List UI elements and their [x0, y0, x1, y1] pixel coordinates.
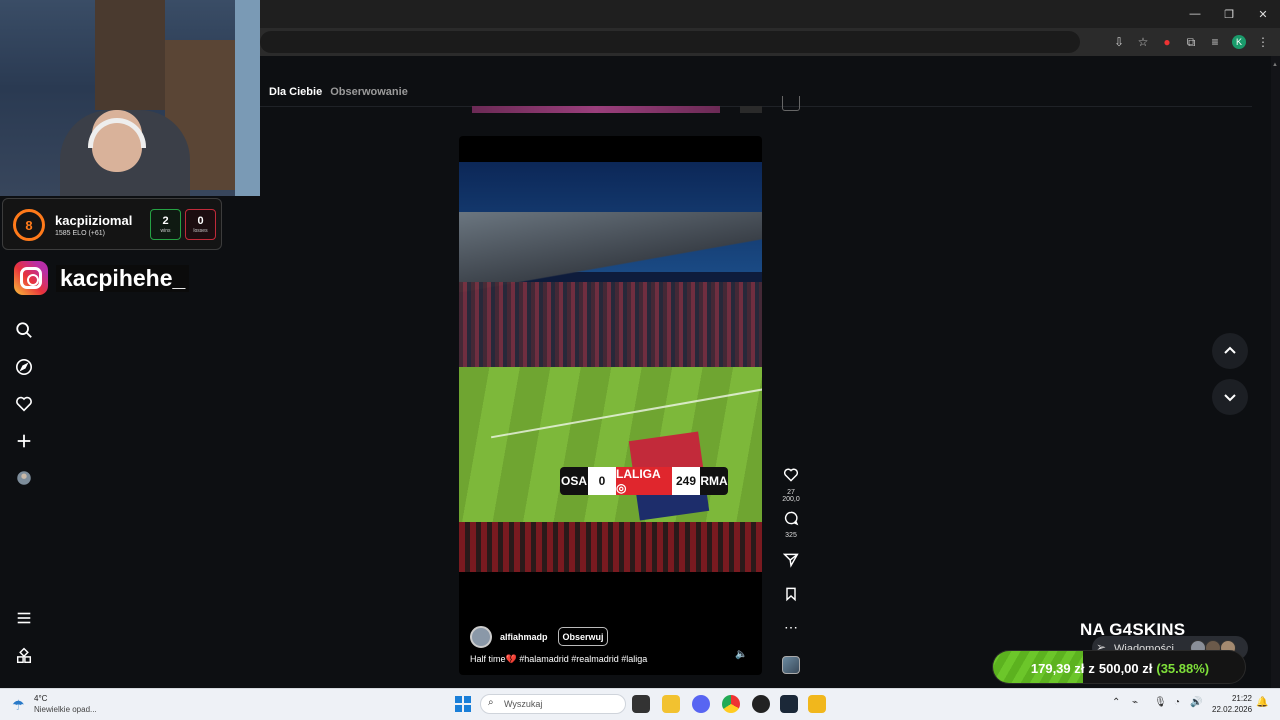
scrollbar-up-arrow[interactable]: ▲ [1272, 62, 1279, 72]
weather-temp[interactable]: 4°C [34, 694, 47, 703]
taskbar-search[interactable] [480, 694, 626, 714]
tray-chevron-up-icon[interactable]: ⌃ [1112, 697, 1120, 708]
more-options-icon[interactable]: ⋯ [778, 620, 804, 634]
comment-action[interactable]: 325 [778, 510, 804, 539]
follow-button[interactable]: Obserwuj [558, 627, 608, 646]
clock-time: 21:22 [1231, 694, 1252, 703]
windows-start-icon[interactable] [455, 696, 471, 712]
bookmark-star-icon[interactable]: ☆ [1136, 35, 1150, 49]
losses-label: losses [193, 228, 208, 234]
tab-for-you[interactable]: Dla Ciebie [269, 86, 322, 98]
extensions-puzzle-icon[interactable]: ⧉ [1184, 35, 1198, 50]
chevron-up-icon [1224, 346, 1236, 354]
faceit-elo-card: 8 kacpiiziomal 1585 ELO (+61) 2 wins 0 l… [2, 198, 222, 250]
wins-label: wins [160, 228, 171, 234]
weather-rain-icon[interactable]: ☂ [12, 697, 25, 714]
home-team: OSA [560, 467, 588, 495]
steam-icon[interactable] [780, 695, 798, 713]
instagram-logo-icon [14, 261, 48, 295]
previous-audio-thumb[interactable] [782, 96, 800, 111]
install-app-icon[interactable]: ⇩ [1112, 35, 1126, 49]
home-score: 0 [588, 467, 616, 495]
reel-caption: Half time💔 #halamadrid #realmadrid #lali… [470, 654, 648, 664]
feed-tabs: Dla Ciebie Obserwowanie [269, 86, 408, 98]
also-from-meta-icon[interactable] [14, 646, 34, 666]
elo-value: 1585 ELO (+61) [55, 230, 106, 237]
system-clock[interactable]: 21:22 22.02.2026 [1212, 693, 1252, 715]
scrollbar[interactable] [1271, 56, 1280, 688]
more-menu-icon[interactable] [14, 608, 34, 628]
previous-reel-edge-dark [740, 106, 762, 113]
close-button[interactable]: ✕ [1246, 0, 1280, 28]
instagram-handle: kacpihehe_ [56, 264, 190, 292]
address-bar[interactable] [260, 31, 1080, 53]
away-team: RMA [700, 467, 728, 495]
reel-video[interactable]: OSA 0 LALIGA ◎ 249 RMA [459, 136, 762, 675]
search-icon: ⌕ [488, 697, 494, 708]
app-icon[interactable] [808, 695, 826, 713]
streamer-webcam [0, 0, 260, 196]
losses-box: 0 losses [185, 209, 216, 240]
instagram-handle-overlay: kacpihehe_ [14, 260, 190, 296]
chevron-down-icon [1224, 394, 1236, 402]
league-label: LALIGA ◎ [616, 467, 672, 495]
away-score: 249 [672, 467, 700, 495]
window-controls: — ❐ ✕ [1178, 0, 1280, 28]
task-view-icon[interactable] [632, 695, 650, 713]
audio-track-thumbnail[interactable] [782, 656, 800, 674]
clock-date: 22.02.2026 [1212, 705, 1253, 714]
previous-reel-edge [472, 106, 720, 113]
explore-compass-icon[interactable] [14, 357, 34, 377]
like-action[interactable]: 27 200,0 [778, 467, 804, 503]
obs-icon[interactable] [752, 695, 770, 713]
like-heart-icon [783, 468, 799, 482]
bookmark-icon [786, 587, 796, 602]
goal-current: 179,39 zł [1030, 660, 1085, 676]
previous-reel-button[interactable] [1212, 333, 1248, 369]
chrome-icon[interactable] [722, 695, 740, 713]
browser-menu-icon[interactable]: ⋮ [1256, 35, 1270, 49]
donation-goal-bar: 179,39 zł z 500,00 zł (35.88%) [992, 650, 1246, 684]
search-icon[interactable] [14, 320, 34, 340]
comment-count: 325 [785, 532, 797, 539]
audio-mute-icon[interactable]: 🔈 [735, 649, 747, 660]
goal-separator: z [1088, 660, 1095, 676]
microphone-icon[interactable]: 🎙 [1154, 697, 1167, 708]
profile-avatar[interactable]: K [1232, 35, 1246, 49]
next-reel-button[interactable] [1212, 379, 1248, 415]
browser-toolbar-icons: ⇩ ☆ ● ⧉ ≡ K ⋮ [1112, 28, 1270, 56]
save-action[interactable] [778, 586, 804, 607]
profile-avatar-icon[interactable] [14, 468, 34, 488]
losses-count: 0 [197, 215, 204, 227]
wifi-icon[interactable]: ◔ [1174, 697, 1180, 708]
share-action[interactable] [778, 552, 804, 573]
elo-username: kacpiiziomal [55, 213, 133, 228]
notifications-bell-icon[interactable]: 🔔 [1256, 697, 1268, 708]
level-badge: 8 [13, 209, 45, 241]
create-plus-icon[interactable] [14, 431, 34, 451]
like-count: 27 200,0 [782, 489, 800, 503]
scorebug: OSA 0 LALIGA ◎ 249 RMA [560, 467, 728, 495]
wins-box: 2 wins [150, 209, 181, 240]
maximize-button[interactable]: ❐ [1212, 0, 1246, 28]
tab-following[interactable]: Obserwowanie [330, 86, 408, 98]
author-username[interactable]: alfiahmadp [500, 632, 548, 642]
author-avatar[interactable] [470, 626, 492, 648]
notifications-heart-icon[interactable] [14, 394, 34, 414]
comment-bubble-icon [784, 511, 799, 526]
extension-shield-icon[interactable]: ● [1160, 35, 1174, 49]
discord-icon[interactable] [692, 695, 710, 713]
network-icon[interactable]: ⌁ [1132, 697, 1138, 708]
taskbar-search-placeholder[interactable]: Wyszukaj [504, 699, 542, 709]
wins-count: 2 [162, 215, 169, 227]
volume-icon[interactable]: 🔊 [1190, 697, 1202, 708]
file-explorer-icon[interactable] [662, 695, 680, 713]
donation-goal-title: NA G4SKINS [1080, 620, 1186, 639]
weather-desc[interactable]: Niewielkie opad... [34, 705, 97, 714]
media-control-icon[interactable]: ≡ [1208, 35, 1222, 49]
goal-percent: (35.88%) [1156, 660, 1210, 676]
goal-target: 500,00 zł [1098, 660, 1153, 676]
minimize-button[interactable]: — [1178, 0, 1212, 28]
share-paperplane-icon [782, 553, 799, 568]
